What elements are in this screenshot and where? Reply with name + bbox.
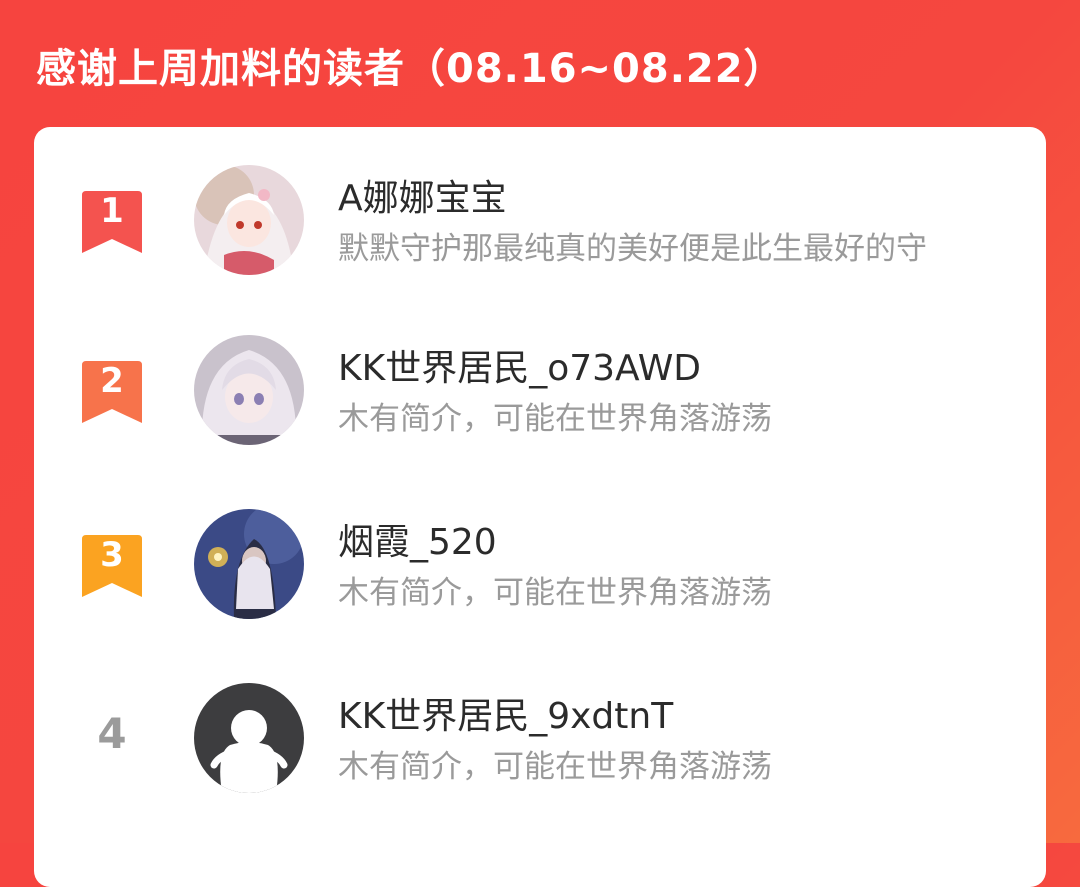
night-sparkler-girl-avatar-icon	[194, 509, 304, 619]
reader-name[interactable]: A娜娜宝宝	[338, 169, 507, 221]
reader-name[interactable]: KK世界居民_o73AWD	[338, 339, 701, 391]
rank-number: 2	[100, 361, 124, 401]
anime-girl-white-hair-avatar-icon	[194, 165, 304, 275]
rank-badge: 2	[82, 361, 142, 423]
default-ghost-avatar-icon	[194, 683, 304, 793]
reader-row[interactable]: 2 KK世界居民_o73AWD 木有简介，可能在世界角落游荡	[34, 335, 1046, 455]
reader-bio: 木有简介，可能在世界角落游荡	[338, 749, 772, 785]
avatar[interactable]	[194, 335, 304, 445]
anime-girl-silver-hair-avatar-icon	[194, 335, 304, 445]
reader-row[interactable]: 3 烟霞_520 木有简介，可能在世界角落游荡	[34, 509, 1046, 629]
rank-number: 1	[100, 191, 124, 231]
avatar[interactable]	[194, 165, 304, 275]
reader-row[interactable]: 1 A娜娜宝宝 默默守护那最纯真的美好便是此生最好的守	[34, 165, 1046, 285]
reader-bio: 木有简介，可能在世界角落游荡	[338, 401, 772, 437]
rank-badge: 3	[82, 535, 142, 597]
reader-name[interactable]: 烟霞_520	[338, 513, 497, 565]
page-title: 感谢上周加料的读者（08.16~08.22）	[36, 46, 785, 92]
reader-row[interactable]: 4 KK世界居民_9xdtnT 木有简介，可能在世界角落游荡	[34, 683, 1046, 803]
rank-number: 4	[97, 709, 127, 758]
reader-bio: 木有简介，可能在世界角落游荡	[338, 575, 772, 611]
avatar[interactable]	[194, 509, 304, 619]
rank-badge: 1	[82, 191, 142, 253]
rank-number: 3	[100, 535, 124, 575]
reader-bio: 默默守护那最纯真的美好便是此生最好的守	[338, 231, 927, 267]
reader-list-card: 1 A娜娜宝宝 默默守护那最纯真的美好便是此生最好的守 2 KK世界居民_o73…	[34, 127, 1046, 887]
avatar[interactable]	[194, 683, 304, 793]
reader-name[interactable]: KK世界居民_9xdtnT	[338, 687, 673, 739]
